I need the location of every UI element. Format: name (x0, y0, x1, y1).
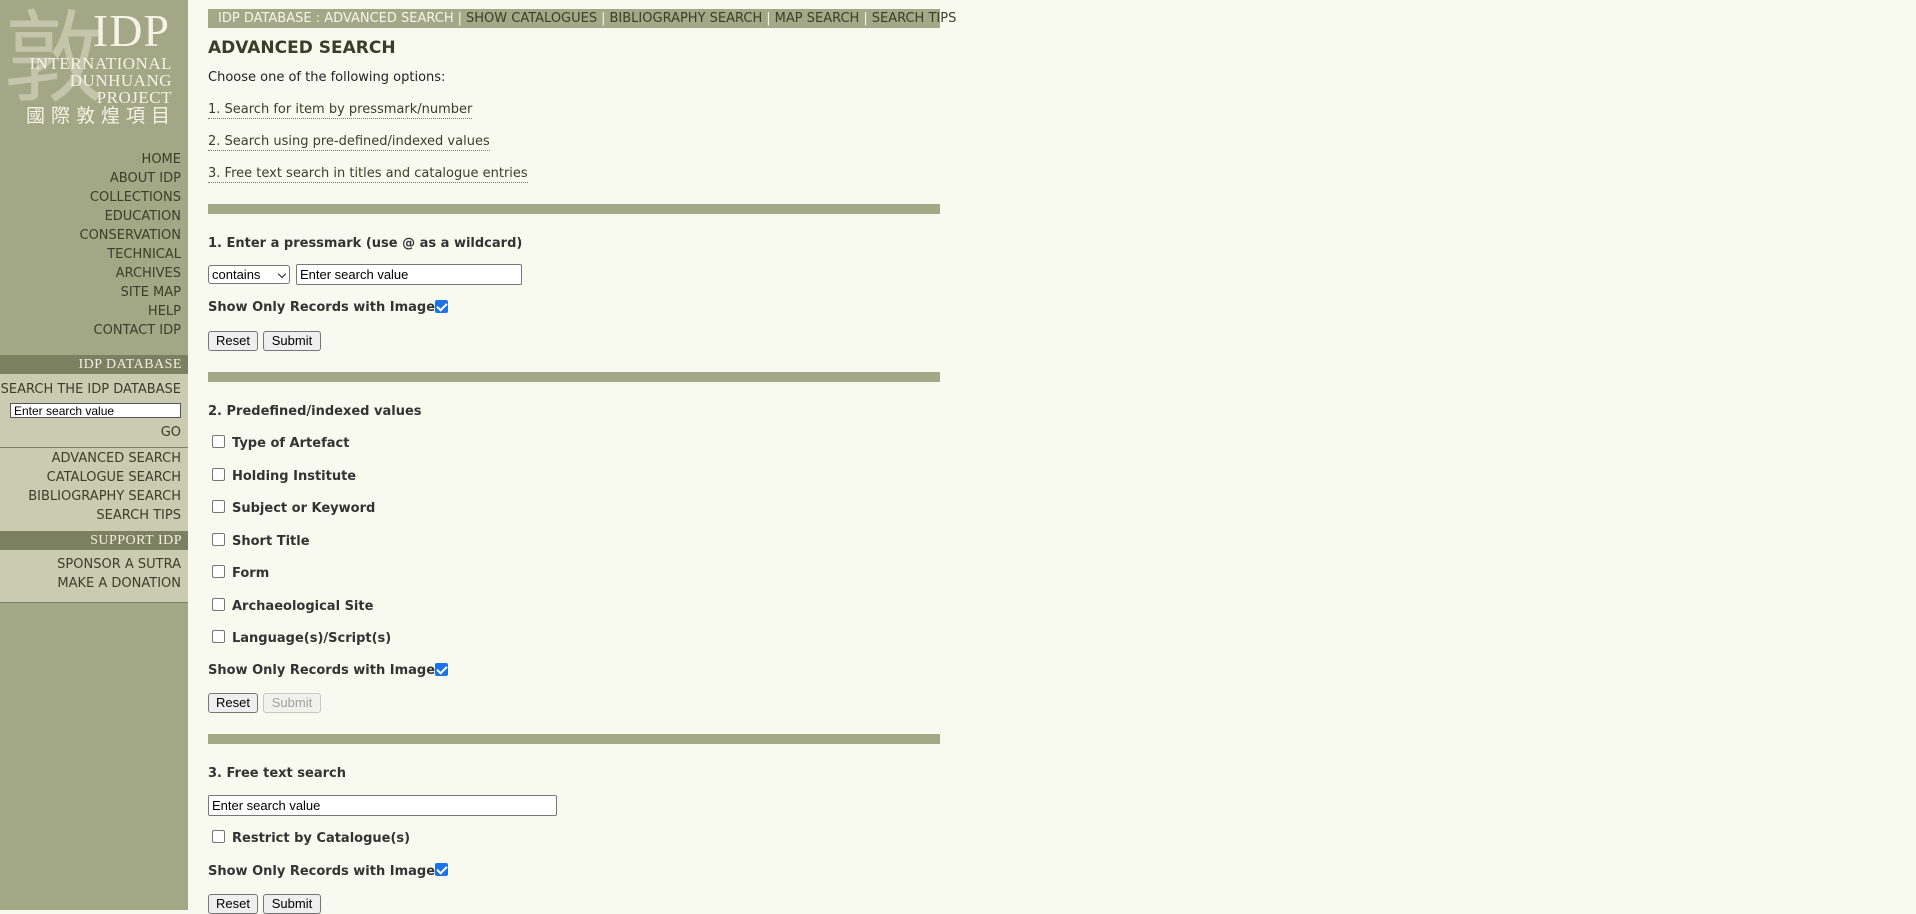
sidebar-item-conservation[interactable]: CONSERVATION (80, 228, 182, 244)
type-of-artefact-label: Type of Artefact (232, 436, 350, 451)
sidebar-go-button[interactable]: GO (161, 425, 181, 441)
topnav-show-catalogues[interactable]: SHOW CATALOGUES (466, 11, 597, 26)
holding-institute-label: Holding Institute (232, 469, 357, 484)
section2-reset-button[interactable]: Reset (208, 693, 258, 713)
free-text-search-input[interactable]: Enter search value (208, 795, 557, 816)
idp-database-band: IDP DATABASE (0, 355, 188, 374)
section1-submit-button[interactable]: Submit (263, 331, 321, 351)
section3-images-label: Show Only Records with Images (208, 864, 443, 879)
sidebar-item-catalogue-search[interactable]: CATALOGUE SEARCH (47, 470, 181, 486)
type-of-artefact-checkbox[interactable] (212, 435, 225, 448)
restrict-catalogue-checkbox[interactable] (212, 830, 225, 843)
pressmark-search-input[interactable]: Enter search value (296, 264, 522, 285)
sidebar-item-technical[interactable]: TECHNICAL (107, 247, 181, 263)
sidebar-item-site-map[interactable]: SITE MAP (121, 285, 181, 301)
short-title-label: Short Title (232, 534, 310, 549)
sidebar-item-bibliography-search[interactable]: BIBLIOGRAPHY SEARCH (28, 489, 181, 505)
short-title-checkbox[interactable] (212, 533, 225, 546)
section2-submit-button[interactable]: Submit (263, 693, 321, 713)
sidebar: 敦 IDP INTERNATIONAL DUNHUANG PROJECT 國際敦… (0, 0, 188, 910)
idp-database-heading: IDP DATABASE (78, 357, 182, 372)
idp-logo[interactable]: 敦 IDP INTERNATIONAL DUNHUANG PROJECT 國際敦… (0, 0, 188, 145)
sidebar-item-sponsor-a-sutra[interactable]: SPONSOR A SUTRA (57, 557, 181, 573)
sidebar-item-contact-idp[interactable]: CONTACT IDP (94, 323, 181, 339)
section1-images-label: Show Only Records with Images (208, 300, 443, 315)
logo-chinese-name: 國際敦煌項目 (26, 105, 177, 127)
support-idp-heading: SUPPORT IDP (90, 533, 182, 548)
topnav-map-search[interactable]: MAP SEARCH (775, 11, 860, 26)
section-divider-bar (208, 734, 940, 744)
pressmark-match-select[interactable]: contains (208, 265, 290, 284)
sidebar-item-home[interactable]: HOME (142, 152, 181, 168)
section2-images-checkbox[interactable] (435, 663, 448, 676)
subject-or-keyword-checkbox[interactable] (212, 500, 225, 513)
restrict-catalogue-label: Restrict by Catalogue(s) (232, 831, 411, 846)
section2-heading: 2. Predefined/indexed values (208, 404, 422, 419)
breadcrumb-separator: | (863, 11, 868, 26)
sidebar-item-help[interactable]: HELP (148, 304, 181, 320)
sidebar-item-education[interactable]: EDUCATION (105, 209, 181, 225)
subject-or-keyword-label: Subject or Keyword (232, 501, 376, 516)
option-link-free-text[interactable]: 3. Free text search in titles and catalo… (208, 166, 528, 183)
sidebar-item-about-idp[interactable]: ABOUT IDP (110, 171, 181, 187)
option-link-pressmark[interactable]: 1. Search for item by pressmark/number (208, 102, 473, 119)
sidebar-search-label: SEARCH THE IDP DATABASE (0, 382, 181, 397)
language-script-label: Language(s)/Script(s) (232, 631, 392, 646)
section1-images-checkbox[interactable] (435, 300, 448, 313)
form-label: Form (232, 566, 270, 581)
page-title: ADVANCED SEARCH (208, 38, 396, 58)
section3-submit-button[interactable]: Submit (263, 894, 321, 914)
pressmark-match-selected: contains (212, 267, 261, 282)
form-checkbox[interactable] (212, 565, 225, 578)
intro-text: Choose one of the following options: (208, 70, 446, 85)
section3-images-checkbox[interactable] (435, 863, 448, 876)
sidebar-item-search-tips[interactable]: SEARCH TIPS (96, 508, 181, 524)
sidebar-item-archives[interactable]: ARCHIVES (116, 266, 181, 282)
topnav-bibliography-search[interactable]: BIBLIOGRAPHY SEARCH (610, 11, 763, 26)
breadcrumb-current: IDP DATABASE : ADVANCED SEARCH (218, 11, 454, 26)
archaeological-site-checkbox[interactable] (212, 598, 225, 611)
logo-line-dunhuang: DUNHUANG (69, 71, 172, 90)
logo-title: IDP (92, 5, 170, 56)
sidebar-search-input[interactable]: Enter search value (10, 403, 181, 418)
section-divider-bar (208, 204, 940, 214)
section1-reset-button[interactable]: Reset (208, 331, 258, 351)
section-divider-bar (208, 372, 940, 382)
sidebar-item-advanced-search[interactable]: ADVANCED SEARCH (52, 451, 181, 467)
sidebar-item-collections[interactable]: COLLECTIONS (90, 190, 181, 206)
section1-heading: 1. Enter a pressmark (use @ as a wildcar… (208, 236, 523, 251)
chevron-down-icon (277, 269, 287, 279)
top-breadcrumb-nav: IDP DATABASE : ADVANCED SEARCH | SHOW CATA… (208, 9, 956, 28)
logo-line-international: INTERNATIONAL (29, 54, 172, 73)
section3-reset-button[interactable]: Reset (208, 894, 258, 914)
sidebar-bottom-divider (0, 602, 188, 603)
archaeological-site-label: Archaeological Site (232, 599, 374, 614)
sidebar-item-make-a-donation[interactable]: MAKE A DONATION (57, 576, 181, 592)
support-idp-band: SUPPORT IDP (0, 531, 188, 550)
language-script-checkbox[interactable] (212, 630, 225, 643)
logo-line-project: PROJECT (96, 88, 172, 107)
topnav-search-tips[interactable]: SEARCH TIPS (872, 11, 957, 26)
breadcrumb-separator: | (601, 11, 606, 26)
breadcrumb-separator: | (457, 11, 463, 26)
section2-images-label: Show Only Records with Images (208, 663, 443, 678)
holding-institute-checkbox[interactable] (212, 468, 225, 481)
breadcrumb-separator: | (766, 11, 771, 26)
section3-heading: 3. Free text search (208, 766, 346, 781)
option-link-predefined[interactable]: 2. Search using pre-defined/indexed valu… (208, 134, 490, 151)
